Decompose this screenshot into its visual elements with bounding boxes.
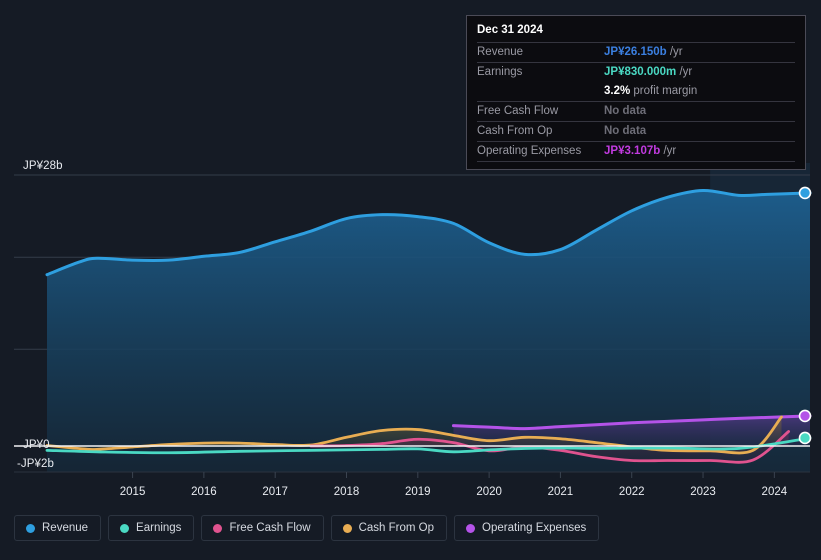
y-axis-label-top: JP¥28b xyxy=(23,160,63,172)
legend-color-dot-icon xyxy=(213,523,223,533)
legend-item-free-cash-flow[interactable]: Free Cash Flow xyxy=(201,515,324,541)
endpoint-marker-earnings[interactable] xyxy=(798,431,812,445)
x-tick-label-2019: 2019 xyxy=(405,486,431,498)
legend-item-operating-expenses[interactable]: Operating Expenses xyxy=(454,515,600,541)
chart-legend[interactable]: Revenue Earnings Free Cash Flow Cash From O… xyxy=(14,515,600,541)
tooltip-row-number: JP¥26.150b xyxy=(604,46,667,58)
chart-tooltip: Dec 31 2024 Revenue JP¥26.150b /yr Earning… xyxy=(466,15,806,170)
tooltip-row-value: JP¥26.150b /yr xyxy=(604,46,683,59)
x-tick-label-2020: 2020 xyxy=(476,486,502,498)
tooltip-row-value: No data xyxy=(604,105,646,118)
tooltip-row-number: JP¥830.000m xyxy=(604,66,677,78)
y-axis-label-bottom: -JP¥2b xyxy=(17,458,55,470)
legend-item-label: Revenue xyxy=(42,522,89,534)
legend-color-dot-icon xyxy=(466,523,476,533)
legend-color-dot-icon xyxy=(120,523,130,533)
endpoint-marker-revenue[interactable] xyxy=(798,186,812,200)
legend-color-dot-icon xyxy=(342,523,352,533)
tooltip-row-number: JP¥3.107b xyxy=(604,145,661,157)
tooltip-row-unit: profit margin xyxy=(630,85,698,97)
legend-item-label: Operating Expenses xyxy=(482,522,587,534)
tooltip-row-number: No data xyxy=(604,125,647,137)
tooltip-rows: Revenue JP¥26.150b /yr Earnings JP¥830.000m… xyxy=(477,42,795,162)
tooltip-date: Dec 31 2024 xyxy=(477,24,543,36)
tooltip-row-value: JP¥830.000m /yr xyxy=(604,66,692,79)
x-tick-label-2021: 2021 xyxy=(547,486,574,498)
tooltip-row-unit: /yr xyxy=(666,46,683,58)
tooltip-row-number: No data xyxy=(604,105,647,117)
tooltip-row-unit: /yr xyxy=(660,145,677,157)
tooltip-row-key: Free Cash Flow xyxy=(477,105,559,117)
legend-item-cash-from-op[interactable]: Cash From Op xyxy=(330,515,448,541)
x-tick-label-2022: 2022 xyxy=(618,486,645,498)
tooltip-row-key: Cash From Op xyxy=(477,125,553,137)
x-tick-label-2015: 2015 xyxy=(119,486,146,498)
financial-chart-panel: JP¥28b JP¥0 -JP¥2b 2015 2016 2017 2018 2019 2… xyxy=(0,0,821,560)
tooltip-row: 3.2% profit margin xyxy=(477,82,795,101)
legend-item-label: Earnings xyxy=(136,522,182,534)
legend-item-label: Cash From Op xyxy=(358,522,435,534)
tooltip-row-key: Earnings xyxy=(477,66,523,78)
legend-item-label: Free Cash Flow xyxy=(229,522,311,534)
tooltip-row-value: JP¥3.107b /yr xyxy=(604,145,676,158)
y-axis-label-zero: JP¥0 xyxy=(23,439,50,451)
legend-item-revenue[interactable]: Revenue xyxy=(14,515,102,541)
tooltip-row: Operating Expenses JP¥3.107b /yr xyxy=(477,141,795,162)
tooltip-row-key: Revenue xyxy=(477,46,524,58)
tooltip-row: Free Cash Flow No data xyxy=(477,101,795,121)
legend-item-earnings[interactable]: Earnings xyxy=(108,515,195,541)
tooltip-row-unit: /yr xyxy=(676,66,693,78)
x-tick-label-2017: 2017 xyxy=(262,486,288,498)
tooltip-row: Earnings JP¥830.000m /yr xyxy=(477,62,795,82)
x-tick-label-2018: 2018 xyxy=(333,486,360,498)
tooltip-row-number: 3.2% xyxy=(604,85,631,97)
x-tick-label-2023: 2023 xyxy=(690,486,716,498)
tooltip-row-key: Operating Expenses xyxy=(477,145,582,157)
tooltip-row: Revenue JP¥26.150b /yr xyxy=(477,42,795,62)
endpoint-marker-operating-expenses[interactable] xyxy=(798,409,812,423)
tooltip-row: Cash From Op No data xyxy=(477,121,795,141)
tooltip-row-value: No data xyxy=(604,125,646,138)
x-tick-label-2024: 2024 xyxy=(761,486,788,498)
legend-color-dot-icon xyxy=(26,523,35,533)
tooltip-row-value: 3.2% profit margin xyxy=(604,85,697,98)
x-tick-label-2016: 2016 xyxy=(191,486,217,498)
